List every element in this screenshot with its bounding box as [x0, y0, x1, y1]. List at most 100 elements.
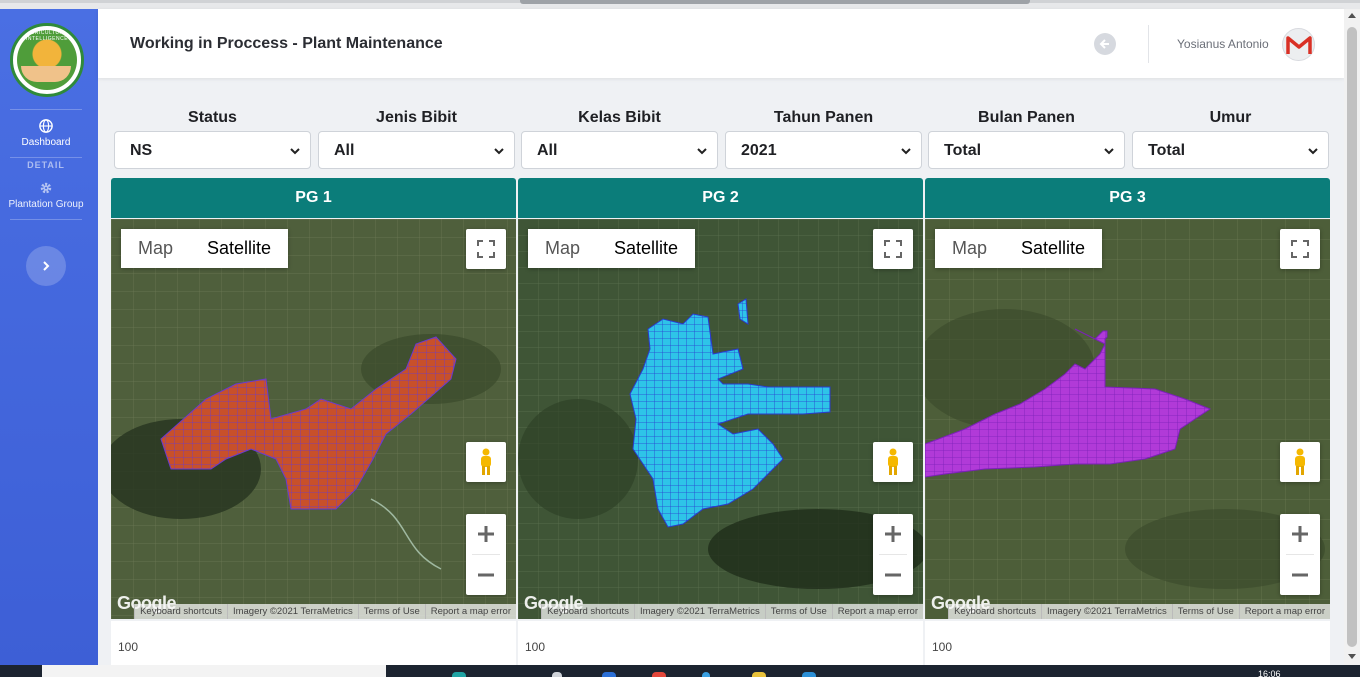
keyboard-shortcuts-link[interactable]: Keyboard shortcuts — [134, 604, 227, 619]
street-view-pegman[interactable] — [1280, 442, 1320, 482]
panel-body: 100 — [518, 621, 923, 665]
fullscreen-icon — [1291, 240, 1309, 258]
map-footer: Keyboard shortcuts Imagery ©2021 TerraMe… — [518, 604, 923, 619]
app-logo[interactable]: AGRICULTURE INTELLIGENCE — [10, 23, 84, 97]
sidebar-item-plantation-group[interactable]: Plantation Group — [0, 181, 92, 210]
panel-value: 100 — [932, 640, 953, 654]
fullscreen-button[interactable] — [466, 229, 506, 269]
taskbar-app-icon[interactable] — [602, 672, 616, 677]
report-map-error-link[interactable]: Report a map error — [424, 604, 516, 619]
taskbar-app-icon[interactable] — [702, 672, 710, 677]
select-value: Total — [944, 142, 982, 159]
zoom-in-button[interactable] — [466, 514, 506, 554]
zoom-out-button[interactable] — [1280, 555, 1320, 595]
select-value: All — [334, 142, 355, 159]
filter-label: Tahun Panen — [773, 109, 874, 126]
globe-icon — [39, 119, 53, 133]
fullscreen-icon — [477, 240, 495, 258]
chevron-down-icon — [494, 148, 504, 155]
terms-of-use-link[interactable]: Terms of Use — [764, 604, 832, 619]
kelas-bibit-select[interactable]: All — [521, 131, 718, 169]
taskbar-app-icon[interactable] — [552, 672, 562, 677]
satellite-map[interactable]: Map Satellite Google Keyboard shortcuts … — [518, 219, 923, 619]
taskbar-app-icon[interactable] — [802, 672, 816, 677]
map-type-control: Map Satellite — [121, 229, 289, 268]
taskbar-search-box[interactable] — [42, 665, 386, 677]
zoom-in-button[interactable] — [1280, 514, 1320, 554]
page-title: Working in Proccess - Plant Maintenance — [130, 35, 443, 52]
report-map-error-link[interactable]: Report a map error — [831, 604, 923, 619]
panel-title: PG 1 — [111, 178, 516, 218]
map-footer: Keyboard shortcuts Imagery ©2021 TerraMe… — [925, 604, 1330, 619]
map-type-map-button[interactable]: Map — [121, 229, 191, 268]
logo-text: AGRICULTURE INTELLIGENCE — [25, 30, 69, 42]
horizontal-scroll-thumb[interactable] — [520, 0, 1030, 4]
gmail-m-icon — [1285, 35, 1312, 54]
zoom-out-button[interactable] — [466, 555, 506, 595]
vertical-scrollbar[interactable] — [1344, 9, 1360, 665]
map-type-satellite-button[interactable]: Satellite — [597, 229, 696, 268]
umur-select[interactable]: Total — [1132, 131, 1329, 169]
street-view-pegman[interactable] — [873, 442, 913, 482]
taskbar-app-icon[interactable] — [652, 672, 666, 677]
keyboard-shortcuts-link[interactable]: Keyboard shortcuts — [541, 604, 634, 619]
street-view-pegman[interactable] — [466, 442, 506, 482]
top-header: Working in Proccess - Plant Maintenance … — [98, 9, 1344, 78]
map-type-control: Map Satellite — [528, 229, 696, 268]
satellite-map[interactable]: Map Satellite Google Keyboard shortcuts … — [925, 219, 1330, 619]
taskbar-clock[interactable]: 16:06 — [1258, 669, 1281, 679]
zoom-control — [1280, 514, 1320, 595]
scroll-up-arrow-icon[interactable] — [1348, 13, 1356, 18]
tahun-panen-select[interactable]: 2021 — [725, 131, 922, 169]
avatar[interactable] — [1282, 28, 1315, 61]
report-map-error-link[interactable]: Report a map error — [1238, 604, 1330, 619]
taskbar-app-icon[interactable] — [752, 672, 766, 677]
user-name[interactable]: Yosianus Antonio — [1177, 37, 1269, 51]
vertical-scroll-thumb[interactable] — [1347, 27, 1357, 647]
map-type-map-button[interactable]: Map — [935, 229, 1005, 268]
terms-of-use-link[interactable]: Terms of Use — [1171, 604, 1239, 619]
sidebar-item-label: Dashboard — [21, 137, 71, 148]
panel-title: PG 3 — [925, 178, 1330, 218]
sidebar-toggle-button[interactable] — [26, 246, 66, 286]
panel-body: 100 — [925, 621, 1330, 665]
imagery-attribution: Imagery ©2021 TerraMetrics — [1040, 604, 1172, 619]
bulan-panen-select[interactable]: Total — [928, 131, 1125, 169]
scroll-down-arrow-icon[interactable] — [1348, 654, 1356, 659]
chevron-down-icon — [901, 148, 911, 155]
map-footer: Keyboard shortcuts Imagery ©2021 TerraMe… — [111, 604, 516, 619]
zoom-out-button[interactable] — [873, 555, 913, 595]
filter-bulan-panen: Bulan Panen Total — [928, 109, 1125, 169]
filter-status: Status NS — [114, 109, 311, 169]
sidebar-divider — [10, 157, 82, 158]
terms-of-use-link[interactable]: Terms of Use — [357, 604, 425, 619]
taskbar-app-icon[interactable] — [452, 672, 466, 677]
sidebar-item-dashboard[interactable]: Dashboard — [0, 119, 92, 148]
jenis-bibit-select[interactable]: All — [318, 131, 515, 169]
arrow-left-icon — [1099, 39, 1109, 49]
satellite-map[interactable]: Map Satellite Google Keyboard shortcuts … — [111, 219, 516, 619]
sidebar-item-label: Plantation Group — [8, 199, 84, 210]
map-type-satellite-button[interactable]: Satellite — [190, 229, 289, 268]
map-imagery — [111, 219, 516, 619]
plus-icon — [1292, 526, 1308, 542]
fullscreen-button[interactable] — [1280, 229, 1320, 269]
back-button[interactable] — [1094, 33, 1116, 55]
sidebar-section-heading: DETAIL — [27, 160, 65, 170]
zoom-in-button[interactable] — [873, 514, 913, 554]
chevron-down-icon — [1104, 148, 1114, 155]
pegman-icon — [1295, 448, 1305, 475]
chevron-down-icon — [290, 148, 300, 155]
status-select[interactable]: NS — [114, 131, 311, 169]
minus-icon — [1292, 573, 1308, 577]
zoom-control — [466, 514, 506, 595]
fullscreen-button[interactable] — [873, 229, 913, 269]
filter-label: Bulan Panen — [978, 109, 1075, 126]
keyboard-shortcuts-link[interactable]: Keyboard shortcuts — [948, 604, 1041, 619]
panel-title: PG 2 — [518, 178, 923, 218]
plus-icon — [478, 526, 494, 542]
map-type-satellite-button[interactable]: Satellite — [1004, 229, 1103, 268]
filter-label: Status — [188, 109, 237, 126]
map-type-map-button[interactable]: Map — [528, 229, 598, 268]
minus-icon — [478, 573, 494, 577]
